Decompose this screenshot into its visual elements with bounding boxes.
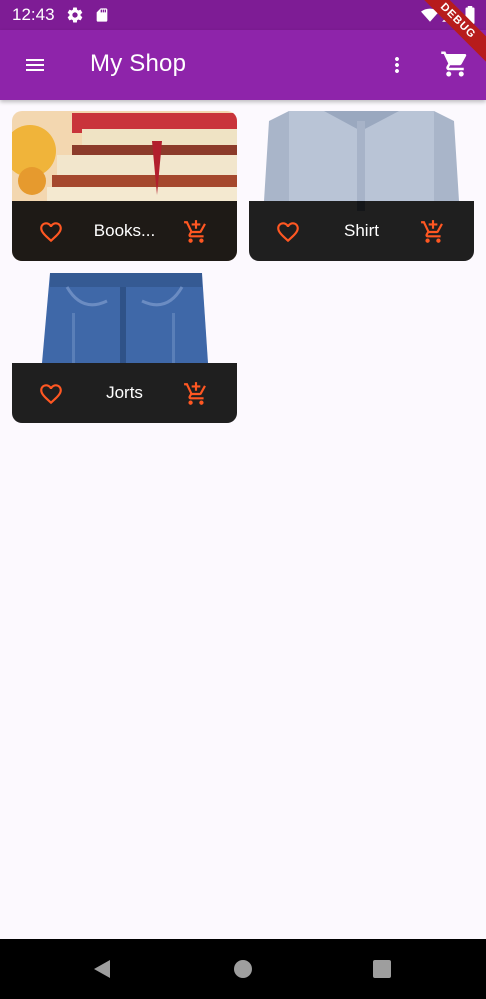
tile-footer: Shirt xyxy=(249,201,474,261)
nav-home-icon[interactable] xyxy=(233,959,253,984)
system-nav-bar xyxy=(0,939,486,999)
product-tile[interactable]: Shirt xyxy=(249,111,474,261)
shopping-cart-icon[interactable] xyxy=(440,49,470,84)
nav-recents-icon[interactable] xyxy=(372,959,392,984)
status-bar: 12:43 xyxy=(0,0,486,30)
status-time: 12:43 xyxy=(12,5,55,24)
product-tile[interactable]: Books... xyxy=(12,111,237,261)
nav-back-icon[interactable] xyxy=(92,959,112,984)
app-bar: My Shop xyxy=(0,30,486,100)
menu-icon[interactable] xyxy=(22,53,48,82)
favorite-border-icon[interactable] xyxy=(38,219,64,250)
product-name: Books... xyxy=(93,221,156,240)
product-name: Shirt xyxy=(344,221,379,240)
add-shopping-cart-icon[interactable] xyxy=(183,381,209,412)
product-tile[interactable]: Jorts xyxy=(12,273,237,423)
settings-icon xyxy=(66,6,84,29)
more-vert-icon[interactable] xyxy=(385,53,409,82)
sd-card-icon xyxy=(94,6,110,29)
add-shopping-cart-icon[interactable] xyxy=(183,219,209,250)
tile-footer: Jorts xyxy=(12,363,237,423)
add-shopping-cart-icon[interactable] xyxy=(420,219,446,250)
favorite-border-icon[interactable] xyxy=(275,219,301,250)
tile-footer: Books... xyxy=(12,201,237,261)
favorite-border-icon[interactable] xyxy=(38,381,64,412)
product-name: Jorts xyxy=(106,383,143,402)
page-title: My Shop xyxy=(90,50,187,77)
